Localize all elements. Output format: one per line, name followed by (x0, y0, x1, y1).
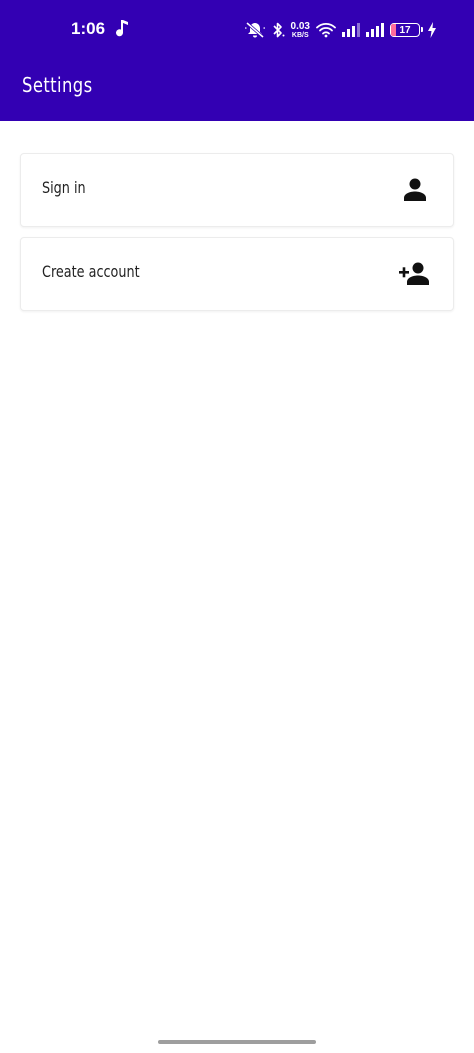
signal-icon (366, 23, 384, 37)
navigation-handle[interactable] (158, 1040, 316, 1044)
battery-icon: 17 (390, 23, 423, 37)
create-account-button[interactable]: Create account (20, 237, 454, 311)
sign-in-label: Sign in (42, 178, 86, 197)
wifi-icon (316, 23, 336, 38)
status-icons: 0.03 KB/S 17 (244, 18, 436, 42)
signal-icon (342, 23, 360, 37)
create-account-label: Create account (42, 262, 140, 281)
app-bar: Settings (0, 60, 474, 121)
person-icon (404, 178, 426, 201)
network-speed-value: 0.03 (290, 20, 310, 32)
battery-level-fill (391, 24, 396, 36)
charging-icon (428, 22, 436, 38)
battery-level-text: 17 (399, 24, 411, 36)
sign-in-button[interactable]: Sign in (20, 153, 454, 227)
person-add-icon (399, 262, 429, 285)
status-bar: 1:06 0.03 KB/S 17 (0, 0, 474, 60)
page-title: Settings (22, 73, 93, 97)
network-speed: 0.03 KB/S (290, 20, 310, 39)
status-time: 1:06 (71, 19, 106, 38)
bluetooth-icon (272, 22, 285, 38)
mute-icon (244, 21, 265, 39)
network-speed-unit: KB/S (291, 31, 309, 39)
music-note-icon (116, 20, 128, 37)
